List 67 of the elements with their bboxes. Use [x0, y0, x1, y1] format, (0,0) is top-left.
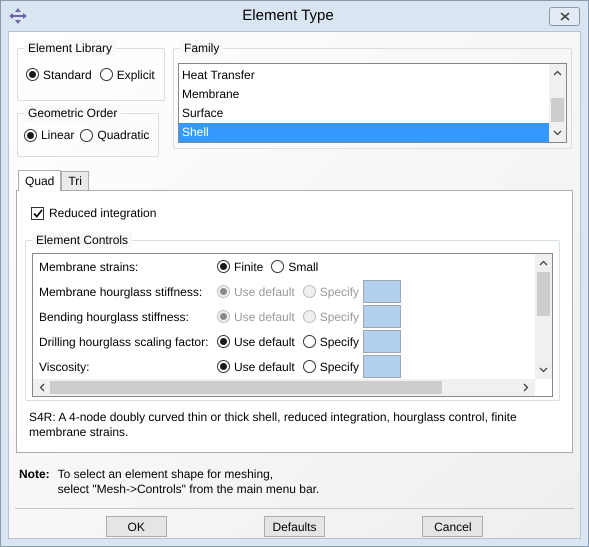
radio-button[interactable]	[24, 128, 37, 142]
radio-label: Explicit	[116, 66, 155, 84]
group-title: Family	[180, 40, 224, 56]
vertical-scrollbar[interactable]	[549, 64, 566, 142]
radio-label: Use default	[234, 334, 295, 350]
chevron-left-icon[interactable]	[39, 383, 45, 392]
window-title: Element Type	[241, 6, 335, 26]
tab[interactable]: Quad	[18, 170, 62, 191]
radio-label: Small	[288, 258, 318, 276]
radio-label: Finite	[234, 258, 264, 276]
checkbox-label: Reduced integration	[49, 205, 156, 222]
radio-label: Quadratic	[97, 127, 150, 144]
note-label: Note:	[19, 467, 50, 483]
row-label: Bending hourglass stiffness:	[39, 308, 190, 326]
chevron-up-icon[interactable]	[539, 260, 548, 266]
value-field[interactable]	[363, 355, 402, 378]
radio-button[interactable]	[302, 335, 316, 348]
group-title: Element Controls	[32, 232, 132, 248]
radio-label: Standard	[43, 66, 92, 84]
radio-button[interactable]	[80, 128, 94, 142]
group-title: Element Library	[24, 40, 116, 56]
scrollbar-thumb[interactable]	[537, 272, 550, 316]
dialog-button[interactable]: Cancel	[422, 516, 484, 537]
radio-button[interactable]	[217, 360, 230, 373]
value-field[interactable]	[363, 305, 402, 328]
radio-button[interactable]	[26, 68, 39, 81]
radio-button[interactable]	[217, 260, 230, 273]
radio-label: Use default	[234, 284, 295, 300]
radio-label: Specify	[320, 308, 360, 326]
vertical-scrollbar[interactable]	[535, 254, 552, 380]
note-text: To select an element shape for meshing, select "Mesh->Controls" from the main menu bar.	[58, 467, 320, 497]
horizontal-scrollbar[interactable]	[33, 379, 535, 396]
list-item[interactable]: Membrane	[179, 85, 549, 104]
dialog-button[interactable]: Defaults	[264, 516, 325, 537]
chevron-right-icon[interactable]	[523, 383, 529, 392]
radio-label: Specify	[320, 334, 360, 350]
row-label: Membrane hourglass stiffness:	[39, 284, 204, 300]
list-item[interactable]: Heat Transfer	[179, 66, 549, 85]
checkbox[interactable]	[31, 206, 44, 220]
row-label: Drilling hourglass scaling factor:	[39, 334, 210, 350]
scrollbar-thumb[interactable]	[50, 381, 442, 394]
chevron-down-icon[interactable]	[539, 367, 548, 374]
value-field[interactable]	[363, 330, 402, 353]
radio-label: Linear	[41, 127, 74, 144]
chevron-down-icon[interactable]	[553, 130, 562, 136]
radio-button[interactable]	[271, 260, 284, 273]
tab[interactable]: Tri	[61, 171, 89, 190]
list-item[interactable]: Surface	[179, 104, 549, 123]
element-description: S4R: A 4-node doubly curved thin or thick shell, reduced integration, hourglass control, finite membrane strains.	[28, 410, 518, 440]
radio-button[interactable]	[302, 360, 316, 373]
close-icon	[560, 12, 570, 20]
value-field[interactable]	[363, 280, 402, 303]
chevron-up-icon[interactable]	[553, 70, 562, 76]
radio-label: Specify	[320, 358, 360, 376]
radio-label: Use default	[234, 358, 295, 376]
radio-button[interactable]	[100, 68, 113, 81]
row-label: Viscosity:	[39, 358, 90, 376]
radio-button[interactable]	[217, 335, 230, 348]
dialog-button[interactable]: OK	[106, 516, 167, 537]
app-icon	[9, 8, 27, 24]
group-title: Geometric Order	[24, 105, 122, 121]
row-label: Membrane strains:	[39, 258, 140, 276]
radio-label: Use default	[234, 308, 295, 326]
check-icon	[32, 208, 42, 218]
scrollbar-thumb[interactable]	[551, 98, 564, 122]
close-button[interactable]	[549, 6, 580, 26]
radio-label: Specify	[320, 284, 360, 300]
